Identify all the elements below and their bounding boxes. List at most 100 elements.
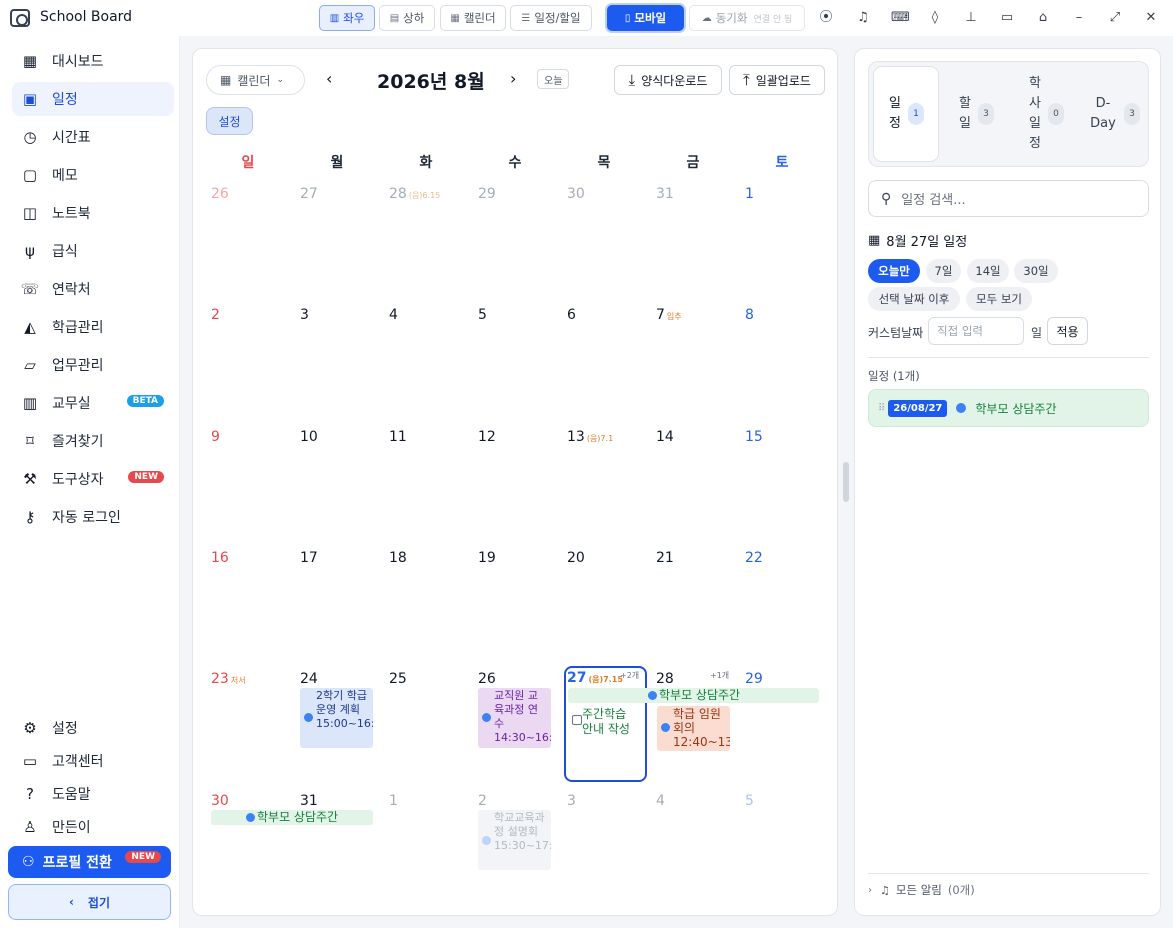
day-cell[interactable]: 12 xyxy=(478,429,496,445)
bulk-upload-button[interactable]: ⤒ 일괄업로드 xyxy=(729,65,825,95)
day-cell[interactable]: 22 xyxy=(745,550,763,566)
lock-icon[interactable]: ⌂ xyxy=(1035,10,1051,26)
day-cell[interactable]: 26 xyxy=(211,186,229,202)
filter-14days-chip[interactable]: 14일 xyxy=(967,259,1009,283)
event-bar[interactable]: 학부모 상담주간 xyxy=(568,688,819,703)
day-cell[interactable]: 26 xyxy=(478,671,496,687)
day-cell[interactable]: 1 xyxy=(745,186,754,202)
day-cell[interactable]: 6 xyxy=(567,307,576,323)
event-block[interactable]: 학교교육과정 설명회 15:30~17:00 xyxy=(478,810,551,870)
panel-resize-handle[interactable] xyxy=(843,462,849,502)
schedule-search-input[interactable]: ⚲ 일정 검색... xyxy=(868,180,1149,217)
apply-button[interactable]: 적용 xyxy=(1047,317,1088,345)
tab-dday[interactable]: D-Day 3 xyxy=(1081,66,1147,162)
bell-icon[interactable]: ♫ xyxy=(855,10,871,26)
more-events-link[interactable]: +1개 xyxy=(710,670,729,681)
profile-switch-button[interactable]: ⚇ 프로필 전환 NEW xyxy=(8,846,171,878)
more-events-link[interactable]: +2개 xyxy=(620,670,639,681)
layout-topbottom-button[interactable]: ▤ 상하 xyxy=(379,5,435,31)
todo-item[interactable]: 주간학습 안내 작성 xyxy=(582,707,640,741)
mobile-button[interactable]: ▯ 모바일 xyxy=(607,5,684,31)
schedule-list-item[interactable]: ⠿ 26/08/27 학부모 상담주간 xyxy=(868,389,1149,427)
day-cell[interactable]: 24 xyxy=(300,671,318,687)
sidebar-item-settings[interactable]: ⚙ 설정 xyxy=(12,712,174,744)
filter-7days-chip[interactable]: 7일 xyxy=(926,259,961,283)
day-cell[interactable]: 31 xyxy=(300,793,318,809)
filter-after-selected-chip[interactable]: 선택 날짜 이후 xyxy=(868,287,960,311)
sidebar-item-credits[interactable]: ♙ 만든이 xyxy=(12,811,174,843)
monitor-icon[interactable]: ▭ xyxy=(999,10,1015,26)
prev-month-button[interactable]: ‹ xyxy=(326,69,332,88)
day-cell[interactable]: 5 xyxy=(478,307,487,323)
sidebar-item-support[interactable]: ▭ 고객센터 xyxy=(12,745,174,777)
calendar-view-button[interactable]: ▦ 캘린더 xyxy=(440,5,506,31)
day-cell[interactable]: 16 xyxy=(211,550,229,566)
day-cell[interactable]: 30 xyxy=(567,186,585,202)
sidebar-item-work-management[interactable]: ▱ 업무관리 xyxy=(12,348,174,382)
event-block[interactable]: 학급 임원회의 12:40~13:00 xyxy=(657,706,730,751)
minimize-icon[interactable]: – xyxy=(1071,10,1087,26)
sidebar-item-notebook[interactable]: ◫ 노트북 xyxy=(12,196,174,230)
day-cell[interactable]: 4 xyxy=(656,793,665,809)
drag-handle-icon[interactable]: ⠿ xyxy=(878,403,885,414)
day-cell[interactable]: 23 처서 xyxy=(211,671,246,687)
day-cell[interactable]: 13 (음)7.1 xyxy=(567,429,613,445)
day-cell[interactable]: 27 xyxy=(300,186,318,202)
day-cell[interactable]: 30 xyxy=(211,793,229,809)
day-cell[interactable]: 29 xyxy=(745,671,763,687)
day-cell[interactable]: 10 xyxy=(300,429,318,445)
todo-checkbox[interactable] xyxy=(572,715,582,725)
calendar-view-select[interactable]: ▦ 캘린더 ⌄ xyxy=(206,65,305,95)
sidebar-item-bookmarks[interactable]: ⌑ 즐겨찾기 xyxy=(12,424,174,458)
day-cell[interactable]: 20 xyxy=(567,550,585,566)
sidebar-item-help[interactable]: ? 도움말 xyxy=(12,778,174,810)
day-cell[interactable]: 5 xyxy=(745,793,754,809)
day-cell-today[interactable]: 27 (음)7.15 xyxy=(567,670,623,686)
sync-button[interactable]: ☁ 동기화 연결 안 됨 xyxy=(689,5,805,31)
sidebar-item-memo[interactable]: ▢ 메모 xyxy=(12,158,174,192)
event-block[interactable]: 교직원 교육과정 연수 14:30~16:30 xyxy=(478,688,551,748)
filter-30days-chip[interactable]: 30일 xyxy=(1014,259,1058,283)
today-button[interactable]: 오늘 xyxy=(537,69,570,89)
keyboard-icon[interactable]: ⌨ xyxy=(891,10,910,26)
sidebar-item-timetable[interactable]: ◷ 시간표 xyxy=(12,120,174,154)
event-block[interactable]: 2학기 학급 운영 계획 15:00~16:00 xyxy=(300,688,373,748)
next-month-button[interactable]: › xyxy=(510,69,516,88)
day-cell[interactable]: 14 xyxy=(656,429,674,445)
sidebar-item-contacts[interactable]: ☏ 연락처 xyxy=(12,272,174,306)
schedule-todo-button[interactable]: ☰ 일정/할일 xyxy=(510,5,592,31)
filter-show-all-chip[interactable]: 모두 보기 xyxy=(966,287,1032,311)
sidebar-item-staff-room[interactable]: ▥ 교무실 BETA xyxy=(12,386,174,420)
day-cell[interactable]: 8 xyxy=(745,307,754,323)
tab-academic-schedule[interactable]: 학사일정 0 xyxy=(1013,66,1079,162)
day-cell[interactable]: 2 xyxy=(211,307,220,323)
day-cell[interactable]: 15 xyxy=(745,429,763,445)
day-cell[interactable]: 18 xyxy=(389,550,407,566)
day-cell[interactable]: 11 xyxy=(389,429,407,445)
sidebar-item-schedule[interactable]: ▣ 일정 xyxy=(12,82,174,116)
calendar-settings-button[interactable]: 설정 xyxy=(206,107,253,135)
tab-schedule[interactable]: 일정 1 xyxy=(873,66,939,162)
sidebar-item-auto-login[interactable]: ⚷ 자동 로그인 xyxy=(12,500,174,534)
day-cell[interactable]: 25 xyxy=(389,671,407,687)
close-icon[interactable]: ✕ xyxy=(1143,10,1159,26)
event-bar[interactable]: 학부모 상담주간 xyxy=(211,810,373,825)
sidebar-item-meal[interactable]: ψ 급식 xyxy=(12,234,174,268)
day-cell[interactable]: 21 xyxy=(656,550,674,566)
day-cell[interactable]: 4 xyxy=(389,307,398,323)
sidebar-item-dashboard[interactable]: ▦ 대시보드 xyxy=(12,44,174,78)
layout-leftright-button[interactable]: ▥ 좌우 xyxy=(319,5,375,31)
day-cell[interactable]: 19 xyxy=(478,550,496,566)
day-cell[interactable]: 3 xyxy=(567,793,576,809)
sidebar-item-toolbox[interactable]: ⚒ 도구상자 NEW xyxy=(12,462,174,496)
day-cell[interactable]: 28 xyxy=(656,671,674,687)
droplet-icon[interactable]: ◊ xyxy=(927,10,943,26)
day-cell[interactable]: 9 xyxy=(211,429,220,445)
download-template-button[interactable]: ⤓ 양식다운로드 xyxy=(614,65,722,95)
day-cell[interactable]: 31 xyxy=(656,186,674,202)
day-cell[interactable]: 17 xyxy=(300,550,318,566)
custom-days-input[interactable]: 직접 입력 xyxy=(928,317,1024,345)
day-cell[interactable]: 29 xyxy=(478,186,496,202)
sidebar-item-class-management[interactable]: ◭ 학급관리 xyxy=(12,310,174,344)
day-cell[interactable]: 2 xyxy=(478,793,487,809)
